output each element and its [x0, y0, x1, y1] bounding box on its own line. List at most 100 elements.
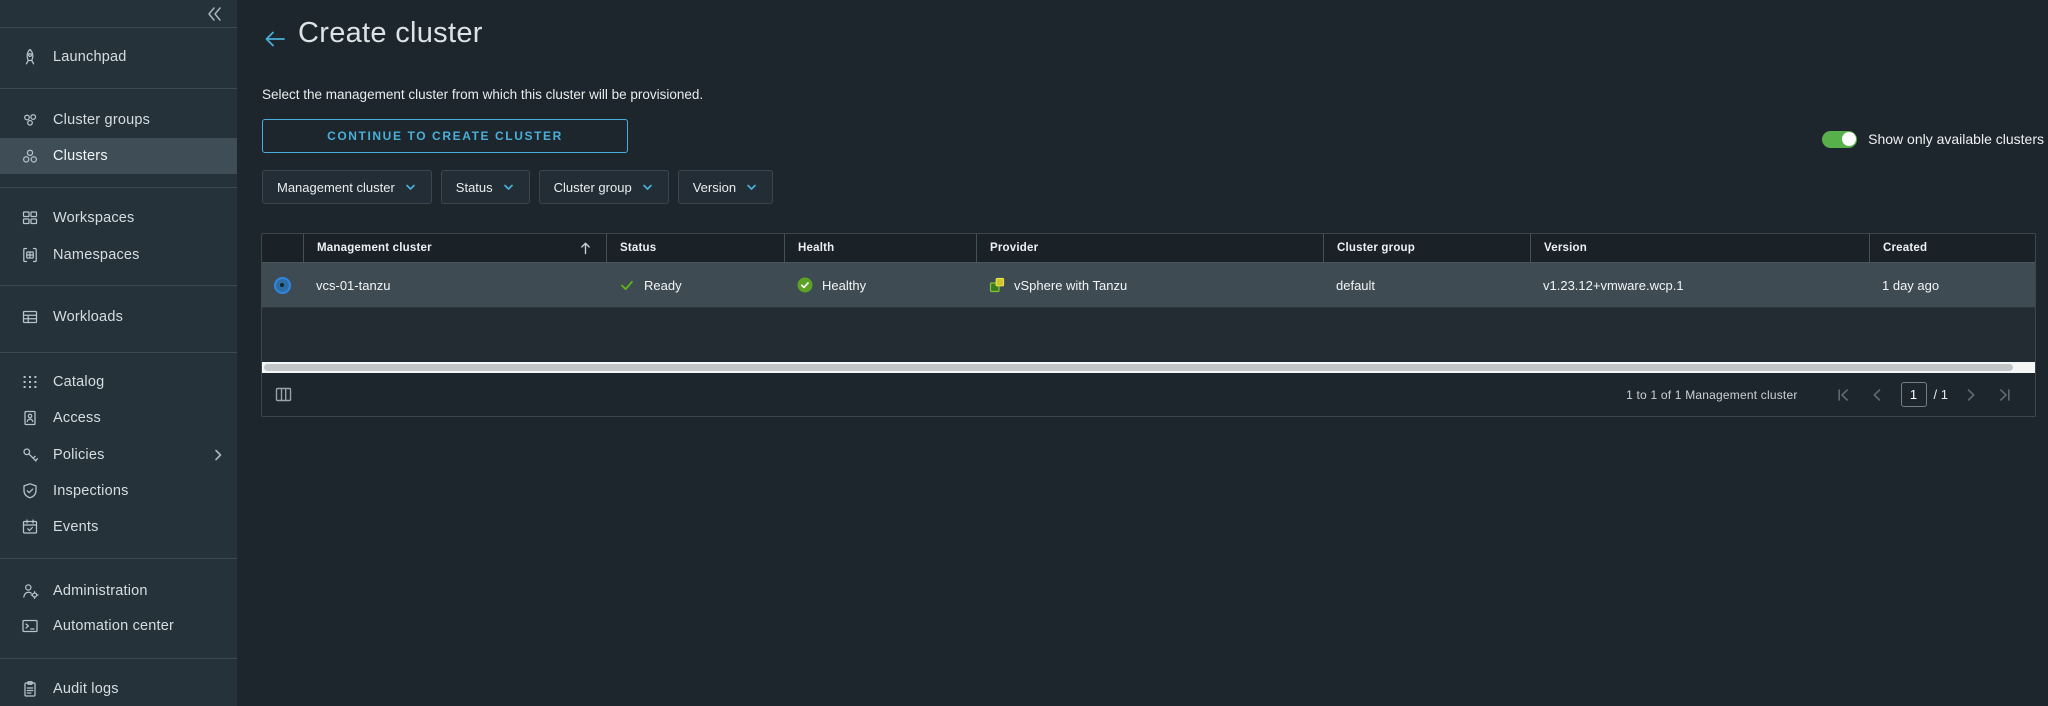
column-label: Created — [1883, 242, 1928, 254]
healthy-badge-icon — [797, 277, 813, 293]
sidebar-item-workspaces[interactable]: Workspaces — [0, 200, 237, 236]
filter-label: Version — [692, 179, 737, 195]
column-header-cluster-group[interactable]: Cluster group — [1323, 234, 1530, 262]
column-header-status[interactable]: Status — [606, 234, 784, 262]
sidebar-collapse-button[interactable] — [201, 2, 227, 26]
filter-label: Management cluster — [277, 179, 395, 195]
sidebar-item-policies[interactable]: Policies — [0, 437, 237, 473]
column-label: Provider — [990, 242, 1039, 254]
sidebar-item-events[interactable]: Events — [0, 509, 237, 545]
current-page-input[interactable]: 1 — [1900, 382, 1927, 407]
catalog-icon — [20, 372, 40, 392]
filter-version[interactable]: Version — [677, 170, 774, 204]
sidebar-item-namespaces[interactable]: Namespaces — [0, 237, 237, 273]
cluster-group-text: default — [1336, 277, 1376, 293]
sidebar-item-label: Launchpad — [53, 49, 127, 65]
sidebar-divider — [0, 658, 237, 659]
clusters-icon — [20, 146, 40, 166]
filter-status[interactable]: Status — [440, 170, 530, 204]
sidebar-item-label: Automation center — [53, 618, 175, 634]
last-page-button[interactable] — [1997, 387, 2013, 403]
sidebar-divider — [0, 558, 237, 559]
chevron-down-icon — [405, 184, 415, 190]
cell-status: Ready — [606, 277, 784, 293]
show-only-available-clusters-toggle[interactable] — [1822, 130, 1858, 148]
sidebar-item-label: Audit logs — [53, 681, 119, 697]
back-button[interactable] — [263, 28, 287, 50]
scrollbar-thumb[interactable] — [264, 364, 2013, 371]
sidebar-item-audit-logs[interactable]: Audit logs — [0, 671, 237, 706]
created-text: 1 day ago — [1882, 277, 1940, 293]
sidebar-item-label: Namespaces — [53, 247, 140, 263]
vsphere-tanzu-icon — [989, 277, 1005, 293]
row-radio-selected[interactable] — [274, 276, 291, 294]
total-pages-label: / 1 — [1933, 387, 1948, 402]
id-badge-icon — [20, 408, 40, 428]
cell-cluster-group: default — [1323, 278, 1530, 293]
workspaces-icon — [20, 208, 40, 228]
column-label: Status — [620, 242, 657, 254]
provider-text: vSphere with Tanzu — [1014, 277, 1128, 293]
cluster-groups-icon — [20, 110, 40, 130]
namespaces-icon — [20, 245, 40, 265]
sidebar-divider — [0, 352, 237, 353]
clipboard-icon — [20, 679, 40, 699]
column-header-health[interactable]: Health — [784, 234, 976, 262]
next-page-button[interactable] — [1963, 387, 1979, 403]
main-content: Create cluster Select the management clu… — [237, 0, 2048, 706]
column-label: Cluster group — [1337, 242, 1415, 254]
table-empty-area — [262, 308, 2035, 362]
column-label: Management cluster — [317, 242, 432, 254]
sidebar-item-workloads[interactable]: Workloads — [0, 299, 237, 335]
cell-health: Healthy — [784, 277, 976, 293]
sidebar-item-administration[interactable]: Administration — [0, 573, 237, 609]
previous-page-button[interactable] — [1869, 387, 1885, 403]
sidebar-divider — [0, 187, 237, 188]
cell-created: 1 day ago — [1869, 278, 2035, 293]
horizontal-scrollbar[interactable] — [262, 362, 2035, 373]
sidebar-item-access[interactable]: Access — [0, 400, 237, 436]
status-text: Ready — [644, 277, 682, 293]
chevron-right-icon — [211, 448, 225, 462]
filter-cluster-group[interactable]: Cluster group — [538, 170, 669, 204]
column-header-version[interactable]: Version — [1530, 234, 1869, 262]
continue-to-create-cluster-button[interactable]: CONTINUE TO CREATE CLUSTER — [262, 119, 628, 153]
filter-label: Cluster group — [553, 179, 632, 195]
pagination: 1 to 1 of 1 Management cluster 1 / 1 — [1626, 382, 2022, 407]
column-header-management-cluster[interactable]: Management cluster — [303, 234, 606, 262]
sidebar-item-label: Policies — [53, 447, 105, 463]
toggle-knob — [1841, 132, 1856, 146]
column-header-created[interactable]: Created — [1869, 234, 2035, 262]
sidebar: Launchpad Cluster groups Clusters Worksp… — [0, 0, 237, 706]
management-cluster-name: vcs-01-tanzu — [316, 277, 391, 293]
terminal-icon — [20, 616, 40, 636]
radio-column-header — [262, 234, 303, 262]
sort-ascending-icon[interactable] — [579, 241, 592, 255]
row-radio-cell — [262, 276, 303, 294]
sidebar-item-automation-center[interactable]: Automation center — [0, 608, 237, 644]
sidebar-item-label: Catalog — [53, 374, 105, 390]
sidebar-item-cluster-groups[interactable]: Cluster groups — [0, 102, 237, 138]
table-row[interactable]: vcs-01-tanzu Ready Healthy vSphere with … — [262, 263, 2035, 308]
key-icon — [20, 445, 40, 465]
column-picker-icon[interactable] — [275, 386, 292, 403]
workloads-icon — [20, 307, 40, 327]
sidebar-item-clusters[interactable]: Clusters — [0, 138, 237, 174]
double-chevron-left-icon — [208, 7, 221, 21]
sidebar-item-catalog[interactable]: Catalog — [0, 364, 237, 400]
column-header-provider[interactable]: Provider — [976, 234, 1323, 262]
sidebar-item-launchpad[interactable]: Launchpad — [0, 39, 237, 75]
sidebar-item-label: Events — [53, 519, 99, 535]
sidebar-divider — [0, 88, 237, 89]
shield-check-icon — [20, 481, 40, 501]
filter-management-cluster[interactable]: Management cluster — [262, 170, 432, 204]
version-text: v1.23.12+vmware.wcp.1 — [1543, 277, 1684, 293]
cell-management-cluster: vcs-01-tanzu — [303, 278, 606, 293]
sidebar-divider — [0, 285, 237, 286]
sidebar-item-inspections[interactable]: Inspections — [0, 473, 237, 509]
column-label: Health — [798, 242, 835, 254]
table-footer: 1 to 1 of 1 Management cluster 1 / 1 — [262, 373, 2035, 416]
filter-label: Status — [455, 179, 493, 195]
chevron-down-icon — [642, 184, 652, 190]
first-page-button[interactable] — [1835, 387, 1851, 403]
